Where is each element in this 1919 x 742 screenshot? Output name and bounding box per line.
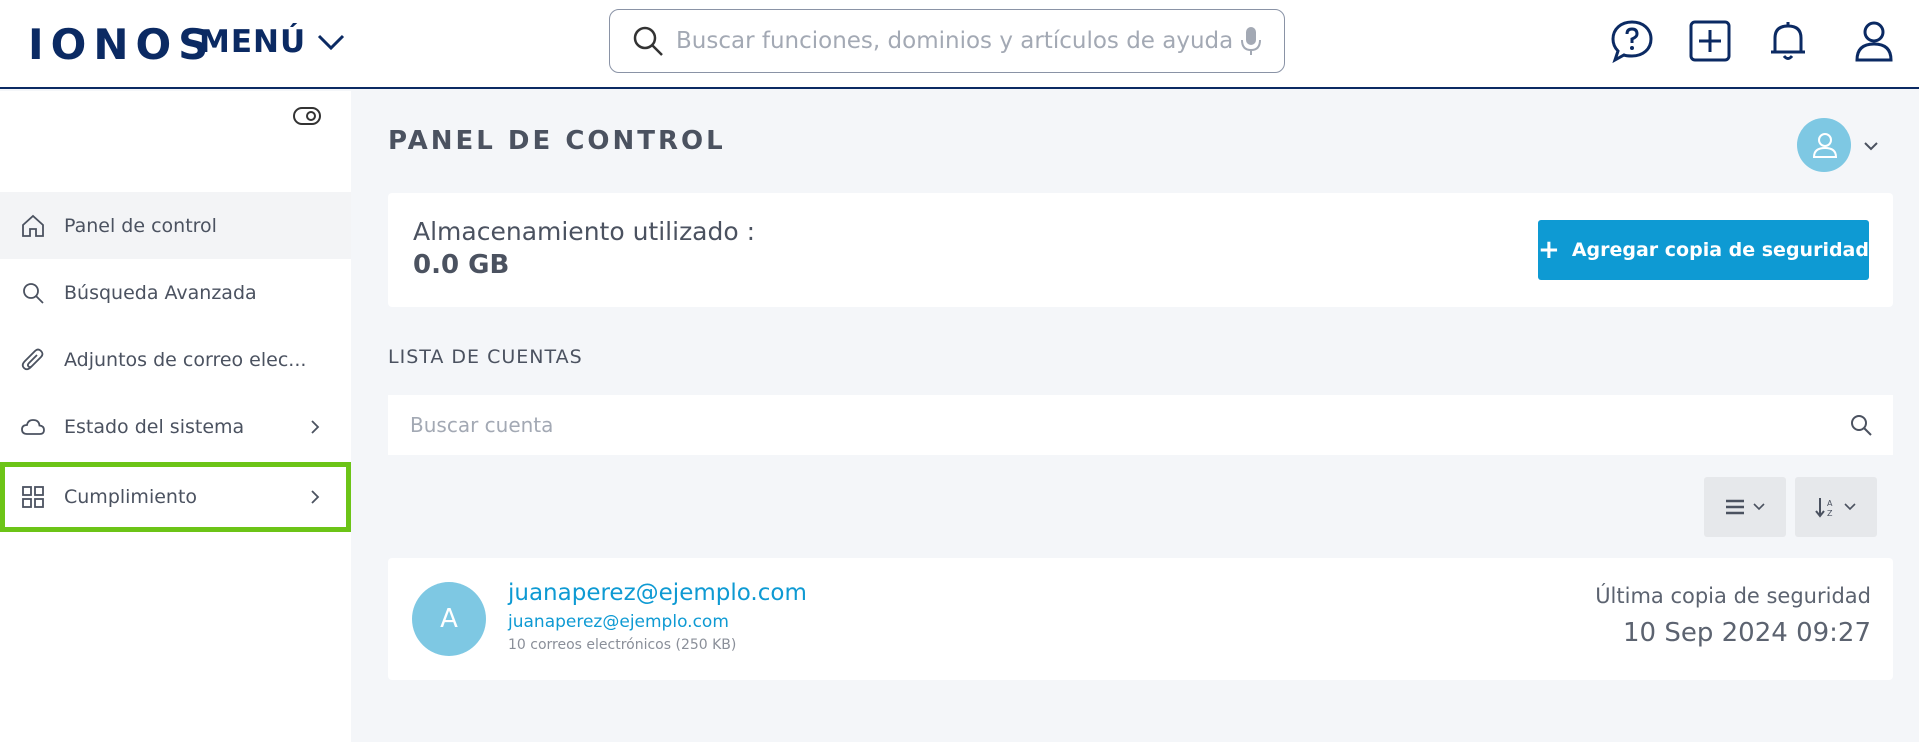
sidebar-item-label: Adjuntos de correo elec...: [64, 348, 307, 371]
sidebar-item-adjuntos[interactable]: Adjuntos de correo elec...: [0, 326, 351, 393]
cloud-icon: [21, 418, 45, 435]
chevron-down-icon: [1844, 503, 1856, 511]
sidebar-item-label: Panel de control: [64, 214, 217, 237]
search-icon: [633, 26, 663, 56]
sidebar-item-busqueda-avanzada[interactable]: Búsqueda Avanzada: [0, 259, 351, 326]
grid-icon: [22, 486, 44, 508]
add-backup-label: Agregar copia de seguridad: [1571, 239, 1869, 261]
sort-alpha-icon: AZ: [1815, 498, 1833, 518]
chevron-right-icon: [311, 490, 320, 504]
bell-icon[interactable]: [1765, 18, 1811, 64]
sidebar: Panel de control Búsqueda Avanzada Adjun…: [0, 91, 351, 742]
add-backup-button[interactable]: + Agregar copia de seguridad: [1538, 220, 1869, 280]
page-title: PANEL DE CONTROL: [388, 126, 726, 156]
user-icon[interactable]: [1851, 18, 1897, 64]
sidebar-item-estado-del-sistema[interactable]: Estado del sistema: [0, 393, 351, 460]
search-icon: [23, 282, 44, 304]
account-row[interactable]: A juanaperez@ejemplo.com juanaperez@ejem…: [388, 558, 1893, 680]
account-meta: 10 correos electrónicos (250 KB): [508, 637, 737, 653]
ionos-logo[interactable]: IONOS: [28, 20, 215, 69]
sidebar-item-cumplimiento[interactable]: Cumplimiento: [0, 462, 351, 532]
last-backup-label: Última copia de seguridad: [1595, 584, 1871, 608]
search-icon[interactable]: [1849, 413, 1873, 437]
last-backup-date: 10 Sep 2024 09:27: [1623, 618, 1871, 648]
account-search-input[interactable]: [410, 413, 1849, 437]
users-icon: [1812, 133, 1838, 158]
top-bar: IONOS MENÚ: [0, 0, 1919, 89]
sidebar-item-panel-de-control[interactable]: Panel de control: [0, 192, 351, 259]
accounts-section-label: LISTA DE CUENTAS: [388, 346, 583, 368]
chevron-down-icon: [1753, 503, 1765, 511]
chevron-down-icon: [318, 34, 345, 51]
menu-button[interactable]: MENÚ: [199, 22, 346, 62]
storage-card: Almacenamiento utilizado : 0.0 GB + Agre…: [388, 193, 1893, 307]
sort-button[interactable]: AZ: [1795, 477, 1877, 537]
account-email-link[interactable]: juanaperez@ejemplo.com: [508, 580, 807, 606]
account-email-secondary[interactable]: juanaperez@ejemplo.com: [508, 612, 729, 632]
view-mode-button[interactable]: [1704, 477, 1786, 537]
home-icon: [22, 214, 44, 237]
svg-text:A: A: [1827, 499, 1833, 508]
list-icon: [1726, 499, 1744, 515]
account-avatar: A: [412, 582, 486, 656]
svg-text:Z: Z: [1827, 509, 1833, 518]
chevron-down-icon[interactable]: [1863, 140, 1879, 152]
paperclip-icon: [21, 348, 44, 370]
storage-value: 0.0 GB: [413, 250, 510, 280]
storage-label: Almacenamiento utilizado :: [413, 217, 756, 246]
plus-square-icon[interactable]: [1687, 18, 1733, 64]
sidebar-item-label: Cumplimiento: [64, 486, 198, 508]
help-chat-icon[interactable]: [1609, 18, 1655, 64]
account-search[interactable]: [388, 395, 1893, 455]
chevron-right-icon: [311, 419, 320, 434]
microphone-icon[interactable]: [1240, 25, 1262, 57]
sidebar-toggle-icon[interactable]: [292, 105, 322, 127]
global-search[interactable]: [609, 9, 1285, 73]
sidebar-item-label: Búsqueda Avanzada: [64, 281, 257, 304]
plus-icon: +: [1538, 235, 1560, 265]
global-search-input[interactable]: [676, 28, 1240, 54]
sidebar-item-label: Estado del sistema: [64, 415, 245, 438]
account-switcher-avatar[interactable]: [1797, 118, 1851, 172]
menu-label: MENÚ: [199, 24, 307, 60]
